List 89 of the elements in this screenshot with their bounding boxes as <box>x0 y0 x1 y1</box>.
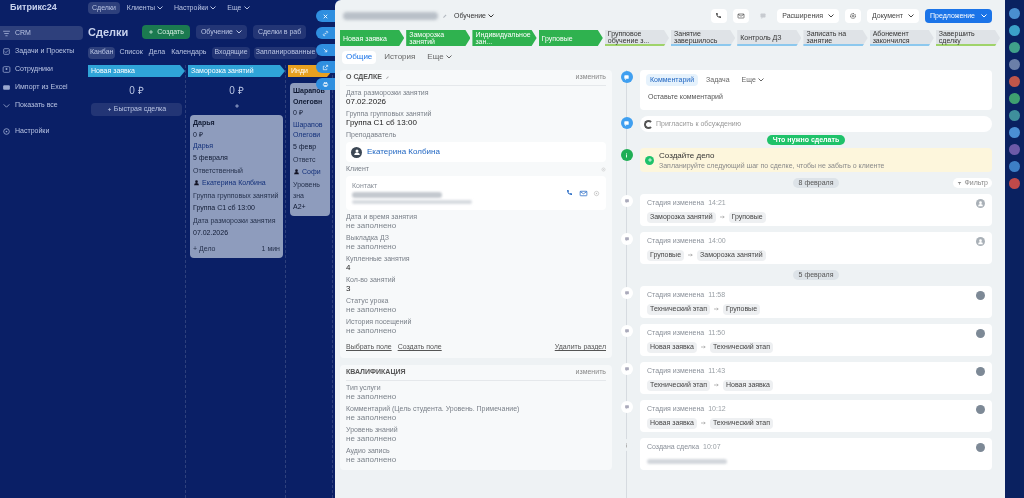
arrow-icon <box>714 307 719 311</box>
link-icon <box>322 29 329 37</box>
stage-icon <box>620 233 633 245</box>
settings-icon <box>2 126 11 136</box>
settings-icon <box>848 12 857 20</box>
logo-text: Битрикс24 <box>9 1 58 15</box>
avatar-icon[interactable] <box>1009 93 1020 104</box>
arrow-icon <box>719 215 725 219</box>
phone-icon <box>715 12 724 20</box>
caret-icon <box>908 14 914 18</box>
plus-icon <box>106 107 112 112</box>
avatar-icon[interactable] <box>1009 59 1020 70</box>
plus-icon <box>233 103 240 109</box>
pencil-icon <box>384 75 390 80</box>
field-value: Группа С1 сб 13:00 <box>346 118 418 128</box>
field-value: 07.02.2026 <box>346 97 388 107</box>
stage-icon <box>620 401 633 413</box>
stage-icon <box>620 195 633 207</box>
banner-title: Создайте дело <box>659 150 716 161</box>
arrow-icon <box>700 421 706 425</box>
stage-icon <box>620 325 633 337</box>
user-link[interactable]: Екатерина Колбина <box>367 146 440 158</box>
avatar-icon[interactable] <box>1009 25 1020 36</box>
field-value: не заполнено <box>346 221 398 231</box>
arrow-icon <box>322 46 329 54</box>
person-icon <box>193 179 200 187</box>
person-card-icon <box>2 64 11 74</box>
external-link-icon <box>322 63 329 71</box>
person-icon <box>293 168 300 176</box>
field-value: не заполнено <box>346 326 398 336</box>
avatar-icon[interactable] <box>1009 42 1020 53</box>
avatar-icon[interactable] <box>1009 76 1020 87</box>
tab[interactable]: Еще <box>423 50 456 64</box>
chat-icon <box>620 71 633 83</box>
caret-icon <box>445 55 452 59</box>
checkbox-icon <box>2 46 11 56</box>
column-sum: 0 ₽ <box>228 84 245 98</box>
chat-icon <box>759 12 768 20</box>
field-value: не заполнено <box>346 391 398 402</box>
phone-button[interactable] <box>711 9 728 23</box>
panel-button[interactable] <box>316 44 335 56</box>
avatar-icon[interactable] <box>1009 8 1020 19</box>
avatar-icon[interactable] <box>1009 161 1020 172</box>
close-icon <box>322 12 329 20</box>
printer-icon <box>322 80 329 88</box>
stage-icon <box>620 363 633 375</box>
tab[interactable]: История <box>380 50 420 64</box>
field-value: 3 <box>346 284 352 294</box>
stage-icon <box>620 287 633 299</box>
column-sum: 0 ₽ <box>128 84 145 98</box>
panel-button[interactable] <box>316 61 335 73</box>
tab[interactable]: Общие <box>342 50 377 64</box>
caret-icon <box>235 30 242 34</box>
avatar-icon <box>351 146 362 158</box>
filter-icon <box>957 180 963 186</box>
arrow-icon <box>714 383 719 387</box>
caret-icon <box>827 14 834 18</box>
caret-icon <box>488 14 494 18</box>
pencil-icon <box>442 13 448 19</box>
avatar-icon[interactable] <box>1009 144 1020 155</box>
caret-icon <box>981 14 987 18</box>
field-value: не заполнено <box>346 305 398 315</box>
field-value: не заполнено <box>346 454 398 465</box>
arrow-icon <box>700 345 706 349</box>
settings-icon <box>593 189 600 197</box>
caret-icon <box>757 78 764 82</box>
avatar-icon[interactable] <box>1009 110 1020 121</box>
lines-icon <box>2 28 11 38</box>
plus-icon <box>645 155 654 165</box>
field-value: не заполнено <box>346 412 397 423</box>
settings-icon <box>601 166 606 172</box>
phone-icon <box>566 189 574 197</box>
mail-icon <box>579 188 588 198</box>
panel-button[interactable] <box>316 27 335 39</box>
close-button[interactable] <box>316 10 335 22</box>
panel-button[interactable] <box>316 78 335 90</box>
chat-icon <box>620 117 633 129</box>
mail-icon <box>737 12 746 20</box>
avatar-icon[interactable] <box>1009 178 1020 189</box>
page-title: Сделки <box>88 24 129 40</box>
arrow-icon <box>688 253 694 257</box>
settings-button[interactable] <box>844 9 861 23</box>
field-value: не заполнено <box>346 433 398 444</box>
info-icon <box>620 149 633 161</box>
plus-icon <box>148 29 155 35</box>
avatar-icon[interactable] <box>1009 127 1020 138</box>
field-value: 4 <box>346 263 352 273</box>
field-value: не заполнено <box>346 242 398 252</box>
avatar-icon <box>644 119 653 129</box>
